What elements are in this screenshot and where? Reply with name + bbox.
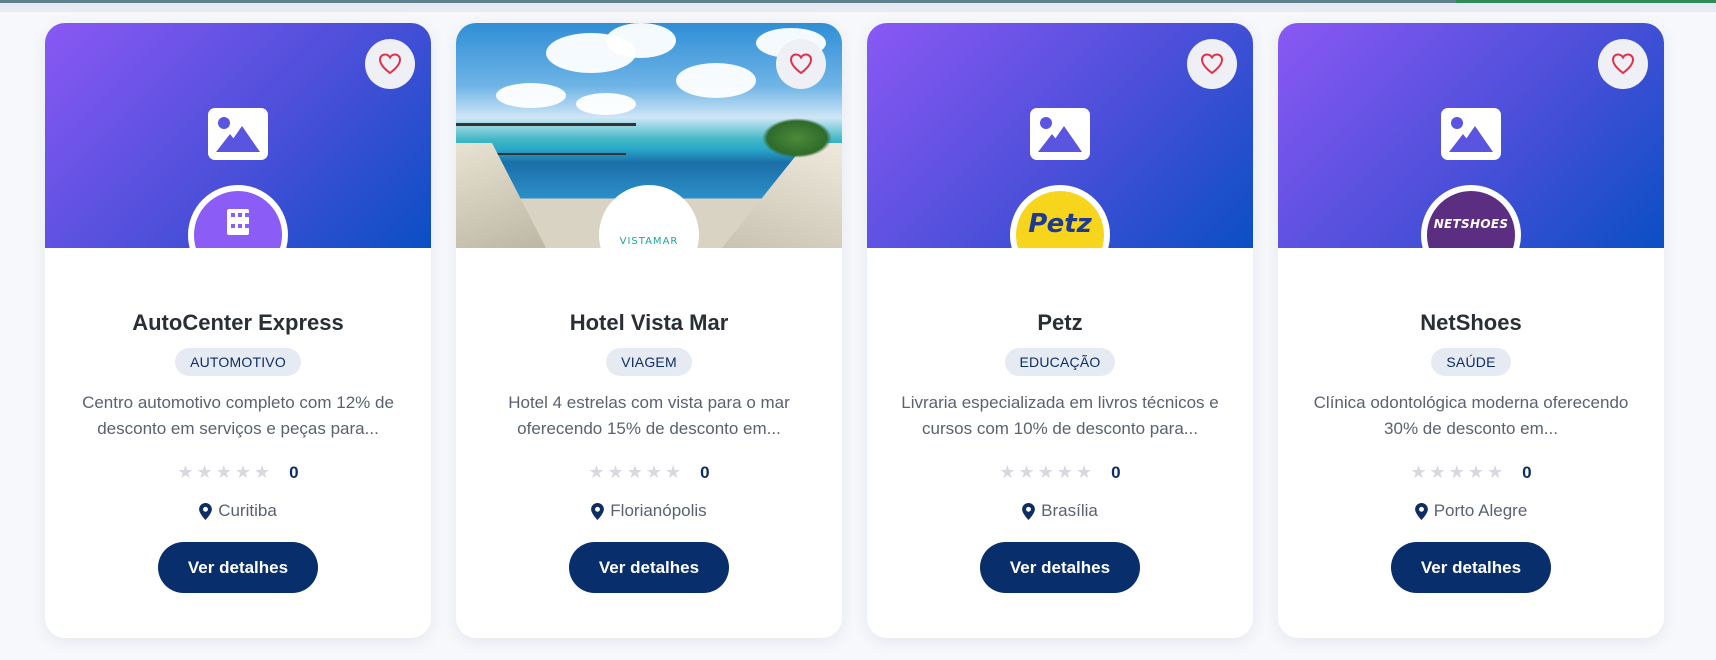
card-description: Centro automotivo completo com 12% de de… [82, 393, 394, 438]
business-logo: Petz [1010, 185, 1110, 248]
logo-text: VISTAMAR [619, 235, 679, 247]
favorite-button[interactable] [1598, 39, 1648, 89]
location-label: Brasília [1041, 501, 1098, 520]
favorite-button[interactable] [1187, 39, 1237, 89]
star-rating: ★★★★★ [588, 462, 685, 482]
location-label: Curitiba [218, 501, 277, 520]
details-button[interactable]: Ver detalhes [980, 542, 1140, 593]
category-badge: VIAGEM [606, 348, 692, 376]
logo-text: Petz [1028, 209, 1092, 239]
star-rating: ★★★★★ [1410, 462, 1507, 482]
card-list: AutoCenter Express AUTOMOTIVO Centro aut… [45, 23, 1664, 638]
card-banner: Petz [867, 23, 1253, 248]
map-pin-icon [199, 502, 213, 520]
heart-icon [378, 53, 402, 75]
map-pin-icon [591, 502, 605, 520]
rating: ★★★★★ 0 [1278, 462, 1664, 483]
location: Curitiba [45, 501, 431, 521]
location-label: Porto Alegre [1433, 501, 1528, 520]
category-badge: AUTOMOTIVO [175, 348, 301, 376]
details-button[interactable]: Ver detalhes [1391, 542, 1551, 593]
image-icon [208, 108, 268, 160]
heart-icon [1200, 53, 1224, 75]
rating-count: 0 [1111, 462, 1121, 482]
card-autocenter-express[interactable]: AutoCenter Express AUTOMOTIVO Centro aut… [45, 23, 431, 638]
rating: ★★★★★ 0 [867, 462, 1253, 483]
favorite-button[interactable] [776, 39, 826, 89]
card-hotel-vista-mar[interactable]: VISTAMAR Hotel Vista Mar VIAGEM Hotel 4 … [456, 23, 842, 638]
card-banner-photo: VISTAMAR [456, 23, 842, 248]
location: Florianópolis [456, 501, 842, 521]
card-title: AutoCenter Express [132, 310, 344, 335]
top-bar [0, 0, 1716, 12]
map-pin-icon [1022, 502, 1036, 520]
location-label: Florianópolis [610, 501, 707, 520]
rating-count: 0 [1522, 462, 1532, 482]
location: Porto Alegre [1278, 501, 1664, 521]
card-title: Petz [1037, 310, 1083, 335]
category-badge: EDUCAÇÃO [1004, 348, 1116, 376]
rating-count: 0 [700, 462, 710, 482]
image-icon [1030, 108, 1090, 160]
star-rating: ★★★★★ [999, 462, 1096, 482]
business-logo: VISTAMAR [599, 185, 699, 248]
card-title: Hotel Vista Mar [569, 310, 729, 335]
business-logo [188, 185, 288, 248]
card-banner: NETSHOES [1278, 23, 1664, 248]
favorite-button[interactable] [365, 39, 415, 89]
heart-icon [789, 53, 813, 75]
map-pin-icon [1414, 502, 1428, 520]
details-button[interactable]: Ver detalhes [569, 542, 729, 593]
card-petz[interactable]: Petz Petz EDUCAÇÃO Livraria especializad… [867, 23, 1253, 638]
rating: ★★★★★ 0 [456, 462, 842, 483]
location: Brasília [867, 501, 1253, 521]
card-description: Hotel 4 estrelas com vista para o mar of… [508, 393, 790, 438]
business-logo: NETSHOES [1421, 185, 1521, 248]
image-icon [1441, 108, 1501, 160]
card-banner [45, 23, 431, 248]
star-rating: ★★★★★ [177, 462, 274, 482]
card-description: Livraria especializada em livros técnico… [901, 393, 1219, 438]
category-badge: SAÚDE [1431, 348, 1511, 376]
details-button[interactable]: Ver detalhes [158, 542, 318, 593]
card-title: NetShoes [1420, 310, 1522, 335]
card-description: Clínica odontológica moderna oferecendo … [1313, 393, 1629, 438]
card-netshoes[interactable]: NETSHOES NetShoes SAÚDE Clínica odontoló… [1278, 23, 1664, 638]
rating-count: 0 [289, 462, 299, 482]
building-icon [227, 209, 249, 235]
heart-icon [1611, 53, 1635, 75]
rating: ★★★★★ 0 [45, 462, 431, 483]
logo-text: NETSHOES [1433, 217, 1509, 231]
